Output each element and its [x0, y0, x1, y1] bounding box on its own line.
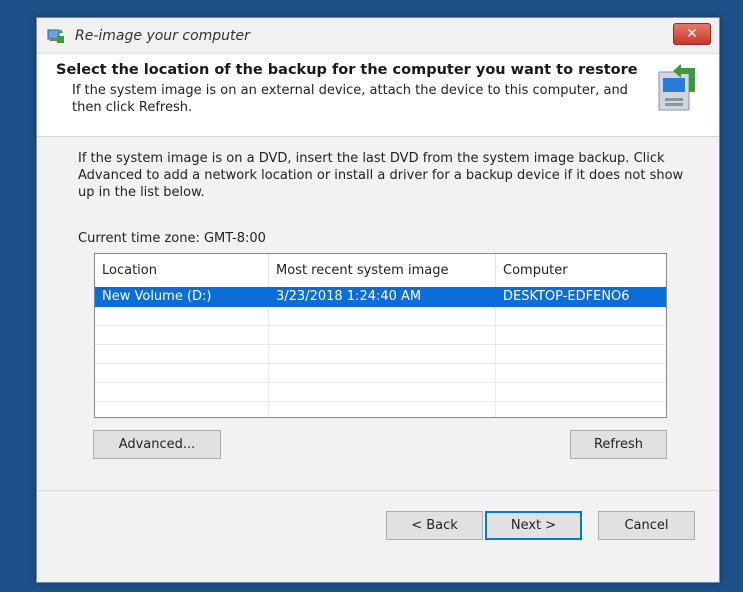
reimage-dialog: Re-image your computer ✕ Select the loca… — [36, 17, 720, 583]
backup-restore-icon — [47, 29, 64, 43]
cell-location: New Volume (D:) — [102, 289, 212, 304]
title-bar: Re-image your computer ✕ — [37, 18, 719, 54]
empty-row — [95, 345, 666, 364]
time-zone-label: Current time zone: GMT-8:00 — [78, 231, 266, 246]
empty-row — [95, 383, 666, 402]
back-button[interactable]: < Back — [386, 511, 483, 540]
empty-row — [95, 364, 666, 383]
advanced-button[interactable]: Advanced... — [93, 430, 221, 459]
column-header-location[interactable]: Location — [95, 254, 268, 287]
window-title: Re-image your computer — [75, 28, 250, 44]
column-header-most-recent[interactable]: Most recent system image — [269, 254, 495, 287]
header-panel: Select the location of the backup for th… — [37, 54, 719, 137]
empty-row — [95, 402, 666, 417]
cell-most-recent: 3/23/2018 1:24:40 AM — [276, 289, 422, 304]
cell-computer: DESKTOP-EDFENO6 — [503, 289, 630, 304]
table-row[interactable]: New Volume (D:) 3/23/2018 1:24:40 AM DES… — [95, 287, 666, 307]
header-description: If the system image is on an external de… — [72, 83, 628, 115]
empty-row — [95, 326, 666, 345]
cancel-button[interactable]: Cancel — [598, 511, 695, 540]
table-header-row: Location Most recent system image Comput… — [95, 254, 666, 288]
refresh-button[interactable]: Refresh — [570, 430, 667, 459]
close-button[interactable]: ✕ — [673, 23, 711, 45]
empty-row — [95, 307, 666, 326]
backup-list-table[interactable]: Location Most recent system image Comput… — [94, 253, 667, 418]
next-button[interactable]: Next > — [485, 511, 582, 540]
instructions-text: If the system image is on a DVD, insert … — [78, 151, 684, 200]
page-title: Select the location of the backup for th… — [56, 62, 638, 78]
close-icon: ✕ — [686, 26, 698, 42]
computer-restore-icon — [658, 64, 695, 111]
column-header-computer[interactable]: Computer — [496, 254, 666, 287]
footer-divider — [37, 490, 719, 491]
